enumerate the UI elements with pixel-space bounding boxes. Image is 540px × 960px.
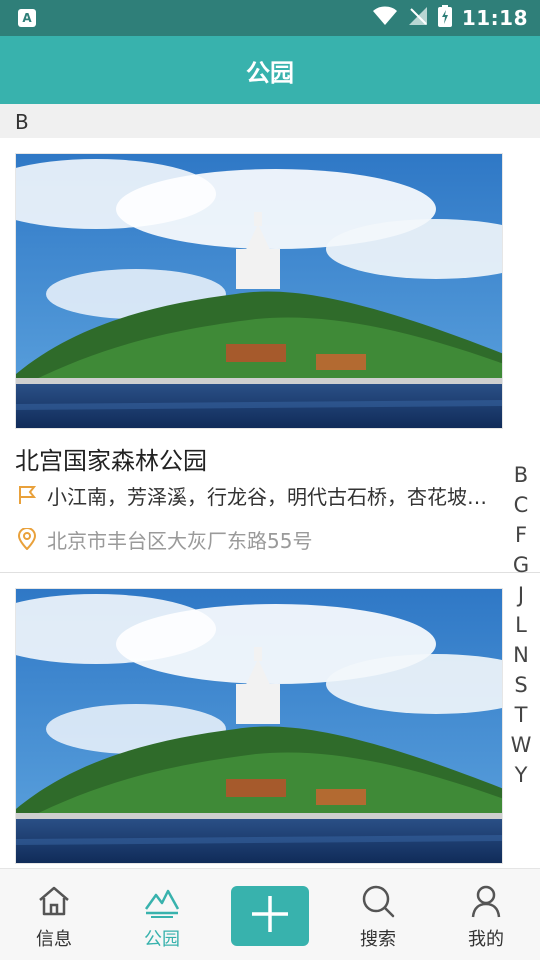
- park-card[interactable]: [15, 588, 503, 864]
- index-letter[interactable]: B: [506, 460, 536, 490]
- nav-item-me[interactable]: 我的: [432, 869, 540, 960]
- index-letter[interactable]: G: [506, 550, 536, 580]
- section-letter: B: [15, 110, 29, 134]
- status-bar: A 11:18: [0, 0, 540, 36]
- index-letter[interactable]: Y: [506, 760, 536, 790]
- status-time: 11:18: [461, 6, 528, 30]
- nav-item-label: 信息: [36, 929, 72, 950]
- alphabet-index-bar[interactable]: B C F G J L N S T W Y: [506, 460, 536, 790]
- park-name: 北宫国家森林公园: [15, 447, 207, 475]
- park-attractions: 小江南，芳泽溪，行龙谷，明代古石桥，杏花坡…: [47, 484, 487, 509]
- index-letter[interactable]: F: [506, 520, 536, 550]
- nav-item-add[interactable]: [216, 869, 324, 960]
- battery-charging-icon: [437, 5, 452, 31]
- wifi-icon: [372, 6, 398, 30]
- index-letter[interactable]: L: [506, 610, 536, 640]
- flag-icon: [15, 483, 39, 507]
- signal-off-icon: [408, 6, 428, 30]
- park-list[interactable]: 北宫国家森林公园 小江南，芳泽溪，行龙谷，明代古石桥，杏花坡… 北京市丰台区大灰…: [0, 138, 540, 868]
- park-photo-image[interactable]: [15, 588, 503, 864]
- home-icon: [34, 881, 74, 921]
- park-address-row: 北京市丰台区大灰厂东路55号: [15, 524, 503, 554]
- app-header: 公园: [0, 36, 540, 104]
- add-button[interactable]: [231, 886, 309, 946]
- park-address: 北京市丰台区大灰厂东路55号: [47, 528, 313, 553]
- search-icon: [358, 881, 398, 921]
- page-title: 公园: [246, 58, 294, 87]
- nav-item-label: 搜索: [360, 929, 396, 950]
- park-icon: [142, 881, 182, 921]
- park-photo-image[interactable]: [15, 153, 503, 429]
- bottom-nav: 信息 公园 搜索 我的: [0, 868, 540, 960]
- nav-item-search[interactable]: 搜索: [324, 869, 432, 960]
- index-letter[interactable]: T: [506, 700, 536, 730]
- index-letter[interactable]: S: [506, 670, 536, 700]
- status-icons: 11:18: [372, 0, 528, 36]
- nav-item-label: 公园: [144, 929, 180, 950]
- nav-item-label: 我的: [468, 929, 504, 950]
- user-icon: [466, 881, 506, 921]
- card-divider: [0, 572, 540, 573]
- nav-item-park[interactable]: 公园: [108, 869, 216, 960]
- index-letter[interactable]: N: [506, 640, 536, 670]
- nav-item-info[interactable]: 信息: [0, 869, 108, 960]
- index-letter[interactable]: C: [506, 490, 536, 520]
- index-letter[interactable]: W: [506, 730, 536, 760]
- location-pin-icon: [15, 527, 39, 551]
- app-a-icon: A: [18, 9, 36, 27]
- section-header: B: [0, 104, 540, 138]
- plus-icon: [248, 892, 292, 940]
- park-attractions-row: 小江南，芳泽溪，行龙谷，明代古石桥，杏花坡…: [15, 480, 503, 510]
- index-letter[interactable]: J: [506, 580, 536, 610]
- park-card[interactable]: 北宫国家森林公园 小江南，芳泽溪，行龙谷，明代古石桥，杏花坡… 北京市丰台区大灰…: [15, 153, 503, 553]
